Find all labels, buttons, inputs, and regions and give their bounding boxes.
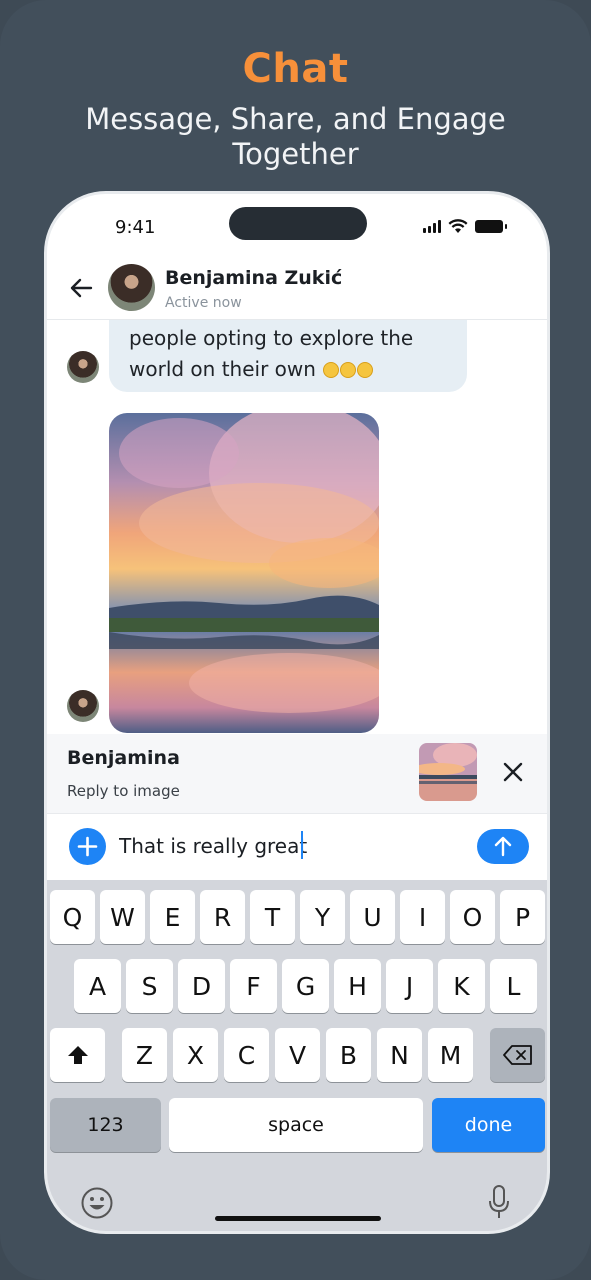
contact-status: Active now	[165, 295, 242, 311]
promo-title: Chat	[242, 46, 349, 92]
arrow-up-icon	[494, 836, 512, 857]
microphone-icon[interactable]	[487, 1184, 511, 1222]
key-h[interactable]: H	[334, 959, 381, 1013]
promo-screen: Chat Message, Share, and Engage Together…	[0, 0, 591, 1280]
message-text-line-2-text: world on their own	[129, 357, 316, 381]
signal-icon	[423, 220, 441, 233]
key-d[interactable]: D	[178, 959, 225, 1013]
key-v[interactable]: V	[275, 1028, 320, 1082]
numbers-key[interactable]: 123	[50, 1098, 161, 1152]
phone-frame: 9:41 Benjamina Zukić Active now people o…	[44, 191, 550, 1234]
wifi-icon	[448, 219, 468, 233]
reply-preview-bar: Benjamina Reply to image	[47, 734, 547, 814]
key-k[interactable]: K	[438, 959, 485, 1013]
key-b[interactable]: B	[326, 1028, 371, 1082]
status-bar: 9:41	[47, 194, 547, 254]
shift-icon	[67, 1046, 88, 1064]
attach-button[interactable]	[69, 828, 106, 865]
text-caret	[301, 831, 303, 859]
close-icon[interactable]	[499, 758, 527, 786]
home-indicator	[215, 1216, 381, 1221]
reply-image-thumbnail	[419, 743, 477, 801]
composer	[47, 814, 547, 880]
message-text-line-2: world on their own	[129, 354, 447, 385]
back-arrow-icon[interactable]	[67, 274, 95, 302]
key-i[interactable]: I	[400, 890, 445, 944]
key-r[interactable]: R	[200, 890, 245, 944]
key-s[interactable]: S	[126, 959, 173, 1013]
key-m[interactable]: M	[428, 1028, 473, 1082]
key-p[interactable]: P	[500, 890, 545, 944]
message-avatar	[67, 690, 99, 722]
message-avatar	[67, 351, 99, 383]
key-o[interactable]: O	[450, 890, 495, 944]
key-t[interactable]: T	[250, 890, 295, 944]
status-time: 9:41	[115, 217, 156, 238]
backspace-key[interactable]	[490, 1028, 545, 1082]
reply-label: Reply to image	[67, 782, 180, 800]
keyboard: Q W E R T Y U I O P A S D F G H J K L Z	[47, 880, 547, 1231]
smile-emoji-icon	[340, 362, 357, 378]
chat-header: Benjamina Zukić Active now	[47, 254, 547, 320]
smile-emoji-icon	[323, 362, 340, 378]
battery-icon	[475, 220, 507, 233]
key-j[interactable]: J	[386, 959, 433, 1013]
contact-name[interactable]: Benjamina Zukić	[165, 267, 342, 289]
sunset-lake-photo	[109, 413, 379, 733]
message-bubble[interactable]: people opting to explore the world on th…	[109, 320, 467, 392]
key-c[interactable]: C	[224, 1028, 269, 1082]
plus-icon	[77, 836, 98, 857]
key-u[interactable]: U	[350, 890, 395, 944]
emoji-icon[interactable]	[80, 1186, 114, 1220]
done-key[interactable]: done	[432, 1098, 545, 1152]
key-e[interactable]: E	[150, 890, 195, 944]
send-button[interactable]	[477, 829, 529, 864]
shift-key[interactable]	[50, 1028, 105, 1082]
key-y[interactable]: Y	[300, 890, 345, 944]
key-l[interactable]: L	[490, 959, 537, 1013]
key-f[interactable]: F	[230, 959, 277, 1013]
message-text-line-1: people opting to explore the	[129, 326, 414, 350]
key-a[interactable]: A	[74, 959, 121, 1013]
space-key[interactable]: space	[169, 1098, 423, 1152]
key-z[interactable]: Z	[122, 1028, 167, 1082]
reply-name: Benjamina	[67, 747, 180, 769]
key-x[interactable]: X	[173, 1028, 218, 1082]
dynamic-island	[229, 207, 367, 240]
smile-emoji-icon	[357, 362, 374, 378]
shared-image[interactable]	[109, 413, 379, 733]
key-g[interactable]: G	[282, 959, 329, 1013]
status-icons	[423, 219, 507, 234]
key-q[interactable]: Q	[50, 890, 95, 944]
contact-avatar[interactable]	[108, 264, 155, 311]
key-n[interactable]: N	[377, 1028, 422, 1082]
promo-subtitle: Message, Share, and Engage Together	[85, 102, 506, 171]
backspace-icon	[502, 1045, 532, 1065]
key-w[interactable]: W	[100, 890, 145, 944]
message-input[interactable]	[119, 829, 439, 863]
